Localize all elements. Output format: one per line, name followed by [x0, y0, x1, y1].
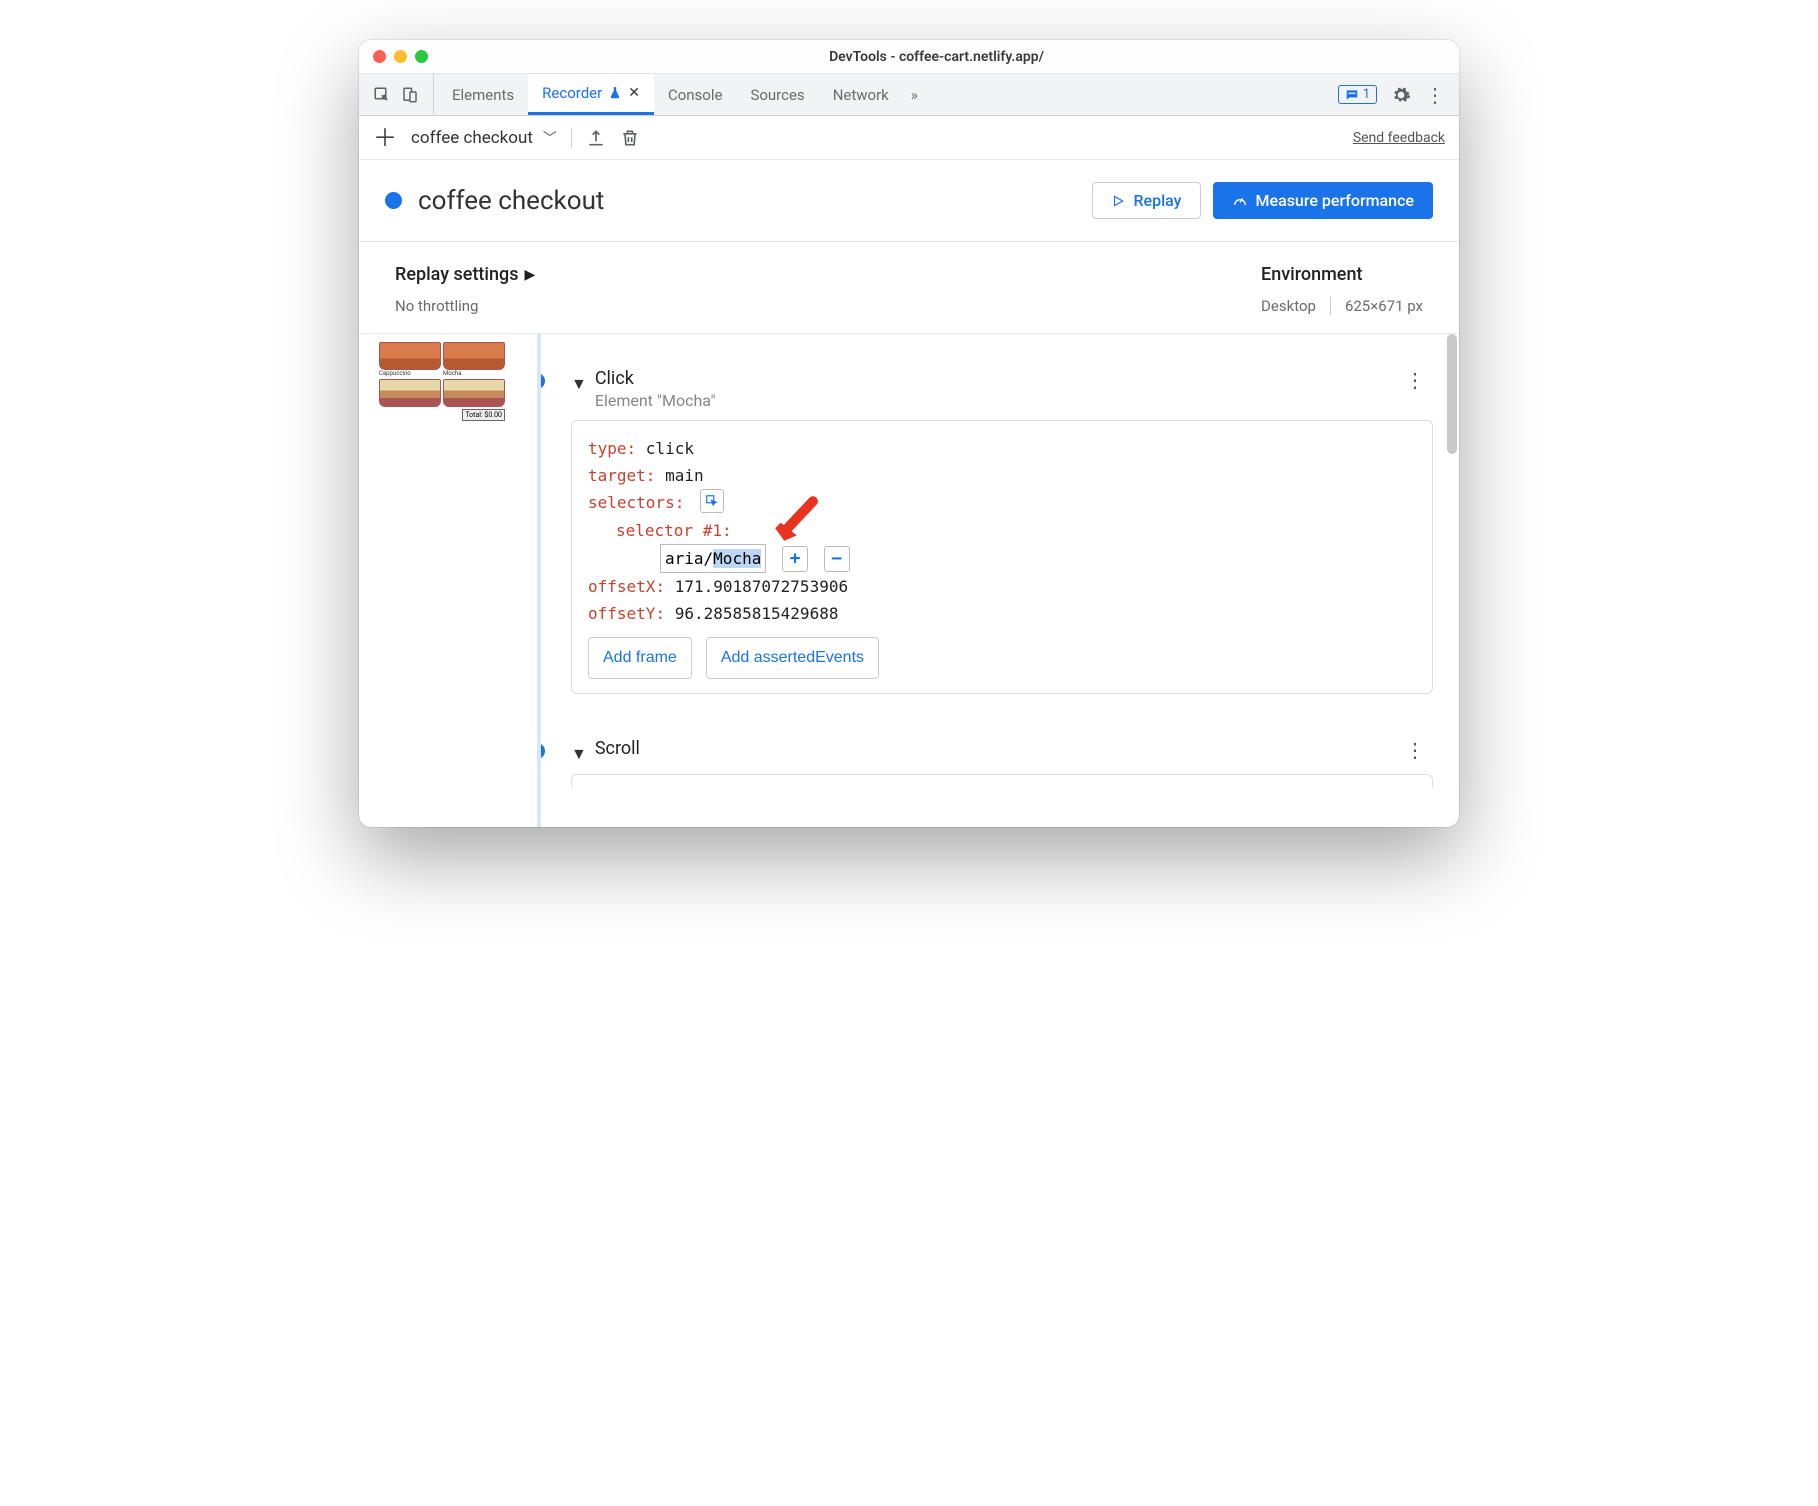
chevron-right-icon: ▶ — [525, 267, 536, 283]
prop-key: offsetX — [588, 577, 655, 596]
tab-elements[interactable]: Elements — [438, 74, 528, 115]
step-subtitle: Element "Mocha" — [595, 391, 1397, 410]
close-tab-icon[interactable]: ✕ — [628, 85, 640, 101]
more-tabs-button[interactable]: » — [903, 74, 926, 115]
issues-badge[interactable]: 1 — [1338, 85, 1377, 104]
selector-input[interactable]: aria/Mocha — [660, 544, 766, 573]
remove-selector-button[interactable]: − — [824, 546, 850, 572]
tab-recorder[interactable]: Recorder ✕ — [528, 74, 654, 115]
prop-key: selectors — [588, 493, 675, 512]
tab-console[interactable]: Console — [654, 74, 737, 115]
window-controls — [373, 50, 428, 63]
device-toolbar-icon[interactable] — [401, 86, 419, 104]
inspect-element-icon[interactable] — [373, 86, 391, 104]
gear-icon[interactable] — [1391, 85, 1411, 105]
kebab-menu-icon[interactable]: ⋮ — [1425, 83, 1445, 107]
prop-value[interactable]: 96.28585815429688 — [675, 604, 839, 623]
flask-icon — [608, 86, 622, 100]
devtools-window: DevTools - coffee-cart.netlify.app/ Elem… — [359, 40, 1459, 827]
prop-value[interactable]: click — [646, 439, 694, 458]
tab-label: Console — [668, 86, 723, 104]
thumb-label: Mocha — [443, 370, 505, 377]
divider — [1330, 297, 1331, 315]
selector-prefix: aria/ — [665, 549, 713, 568]
button-label: Measure performance — [1256, 191, 1415, 210]
environment-heading: Environment — [1261, 264, 1423, 285]
recording-name: coffee checkout — [411, 128, 533, 148]
export-icon[interactable] — [586, 128, 606, 148]
tab-label: Network — [833, 86, 889, 104]
gauge-icon — [1232, 193, 1248, 209]
prop-key: selector #1 — [616, 521, 722, 540]
step-menu-icon[interactable]: ⋮ — [1397, 368, 1433, 392]
add-frame-button[interactable]: Add frame — [588, 637, 692, 678]
play-icon — [1111, 194, 1125, 208]
tab-label: Recorder — [542, 84, 602, 102]
collapse-icon[interactable]: ▼ — [571, 744, 587, 764]
step-details: type: click target: main selectors: sele… — [571, 420, 1433, 694]
recording-settings: Replay settings ▶ No throttling Environm… — [359, 242, 1459, 334]
maximize-window-button[interactable] — [415, 50, 428, 63]
prop-value[interactable]: main — [665, 466, 704, 485]
replay-settings-toggle[interactable]: Replay settings ▶ — [395, 264, 1261, 285]
replay-button[interactable]: Replay — [1092, 182, 1200, 219]
prop-value[interactable]: 171.90187072753906 — [675, 577, 848, 596]
scrollbar[interactable] — [1447, 334, 1457, 454]
chat-icon — [1345, 88, 1359, 102]
window-title: DevTools - coffee-cart.netlify.app/ — [428, 49, 1445, 65]
thumb-label: Cappuccino — [379, 370, 441, 377]
add-selector-button[interactable]: + — [782, 546, 808, 572]
step-thumbnail: Cappuccino Mocha Total: $0.00 — [377, 340, 507, 430]
recording-status-dot — [385, 192, 402, 209]
button-label: Replay — [1133, 191, 1181, 210]
titlebar: DevTools - coffee-cart.netlify.app/ — [359, 40, 1459, 74]
selector-value: Mocha — [713, 549, 761, 568]
chevron-right-double-icon: » — [911, 86, 918, 104]
throttling-value: No throttling — [395, 297, 1261, 315]
recorder-toolbar: ＋ coffee checkout ﹀ Send feedback — [359, 116, 1459, 160]
tab-sources[interactable]: Sources — [736, 74, 818, 115]
tab-label: Elements — [452, 86, 514, 104]
send-feedback-link[interactable]: Send feedback — [1353, 130, 1445, 146]
add-asserted-events-button[interactable]: Add assertedEvents — [706, 637, 879, 678]
device-value: Desktop — [1261, 297, 1316, 315]
thumb-total: Total: $0.00 — [462, 409, 505, 421]
prop-key: offsetY — [588, 604, 655, 623]
minimize-window-button[interactable] — [394, 50, 407, 63]
tab-network[interactable]: Network — [819, 74, 903, 115]
viewport-value: 625×671 px — [1345, 297, 1423, 315]
trash-icon[interactable] — [620, 128, 640, 148]
tab-label: Sources — [750, 86, 804, 104]
step-click: ▼ Click Element "Mocha" ⋮ type: click ta… — [541, 364, 1459, 694]
issues-count: 1 — [1363, 87, 1370, 102]
step-title: Scroll — [595, 738, 1397, 759]
step-details — [571, 774, 1433, 787]
close-window-button[interactable] — [373, 50, 386, 63]
devtools-tabbar: Elements Recorder ✕ Console Sources Netw… — [359, 74, 1459, 116]
measure-performance-button[interactable]: Measure performance — [1213, 182, 1434, 219]
prop-key: target — [588, 466, 646, 485]
step-title: Click — [595, 368, 1397, 389]
timeline: Cappuccino Mocha Total: $0.00 ▼ Click El… — [359, 334, 1459, 827]
element-picker-button[interactable] — [700, 489, 724, 513]
recording-header: coffee checkout Replay Measure performan… — [359, 160, 1459, 242]
new-recording-button[interactable]: ＋ — [373, 126, 397, 150]
chevron-down-icon: ﹀ — [543, 128, 557, 148]
recording-title: coffee checkout — [418, 186, 604, 216]
step-scroll: ▼ Scroll ⋮ — [541, 734, 1459, 787]
step-menu-icon[interactable]: ⋮ — [1397, 738, 1433, 762]
recording-dropdown[interactable]: coffee checkout ﹀ — [411, 128, 572, 148]
section-label: Replay settings — [395, 264, 519, 285]
prop-key: type — [588, 439, 627, 458]
collapse-icon[interactable]: ▼ — [571, 374, 587, 394]
